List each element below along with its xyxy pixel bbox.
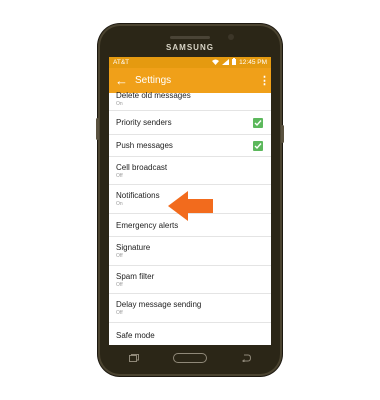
settings-item-title: Cell broadcast (116, 162, 168, 172)
settings-item-signature[interactable]: Signature Off (109, 237, 271, 266)
settings-item-delay-message-sending[interactable]: Delay message sending Off (109, 294, 271, 323)
settings-item-safe-mode[interactable]: Safe mode (109, 323, 271, 345)
signal-icon (222, 58, 230, 67)
front-camera (228, 34, 234, 40)
settings-item-title: Push messages (116, 141, 173, 150)
wifi-icon (212, 59, 220, 67)
hardware-nav-bar (109, 348, 271, 368)
settings-item-title: Safe mode (116, 330, 155, 340)
settings-item-title: Priority senders (116, 118, 172, 127)
carrier-label: AT&T (113, 59, 130, 66)
priority-senders-checkbox[interactable] (253, 117, 263, 128)
device-brand: SAMSUNG (166, 43, 214, 52)
home-button[interactable] (173, 353, 207, 363)
battery-icon (232, 58, 237, 67)
settings-item-subtitle: Off (116, 253, 123, 259)
back-icon[interactable] (241, 349, 252, 367)
settings-item-delete-old-messages[interactable]: Delete old messages On (109, 91, 271, 111)
settings-item-spam-filter[interactable]: Spam filter Off (109, 266, 271, 294)
recent-apps-icon[interactable] (129, 349, 139, 367)
volume-button[interactable] (96, 118, 99, 140)
back-arrow-icon[interactable]: ← (115, 74, 129, 87)
push-messages-checkbox[interactable] (253, 140, 263, 151)
settings-item-subtitle: On (116, 101, 123, 107)
settings-item-priority-senders[interactable]: Priority senders (109, 111, 271, 135)
settings-item-subtitle: Off (116, 310, 123, 316)
status-bar: AT&T 12:45 PM (109, 57, 271, 68)
more-options-icon[interactable]: ⋮ (259, 74, 270, 87)
settings-item-subtitle: Off (116, 281, 123, 288)
settings-item-title: Delay message sending (116, 300, 202, 309)
settings-item-title: Spam filter (116, 271, 155, 281)
settings-item-cell-broadcast[interactable]: Cell broadcast Off (109, 157, 271, 185)
earpiece-speaker (170, 36, 210, 39)
settings-item-title: Notifications (116, 191, 160, 200)
power-button[interactable] (281, 125, 284, 143)
page-title: Settings (135, 75, 172, 86)
app-bar: ← Settings ⋮ (109, 68, 271, 93)
settings-item-subtitle: Off (116, 172, 123, 179)
settings-item-title: Signature (116, 243, 151, 252)
settings-item-push-messages[interactable]: Push messages (109, 135, 271, 157)
pointer-arrow-icon (168, 191, 213, 221)
settings-item-subtitle: On (116, 201, 123, 207)
clock: 12:45 PM (239, 59, 267, 66)
settings-item-title: Delete old messages (116, 91, 191, 100)
